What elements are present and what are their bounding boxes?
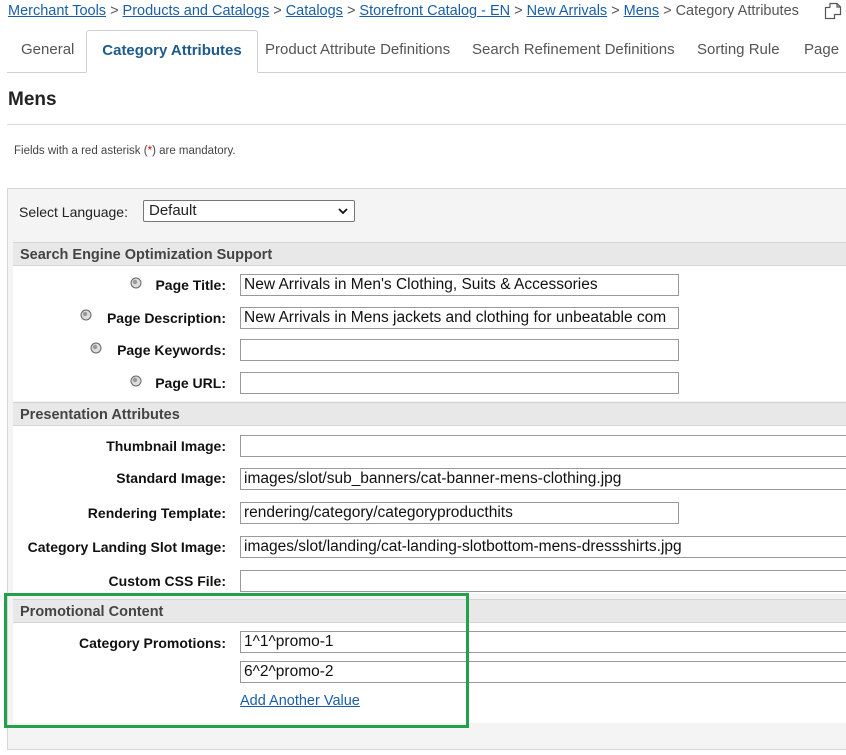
landing-slot-image-field[interactable]: images/slot/landing/cat-landing-slotbott… [240, 536, 846, 558]
page-url-field[interactable] [240, 372, 679, 394]
breadcrumb: Merchant Tools > Products and Catalogs > Cat… [8, 3, 799, 19]
page-title-field[interactable]: New Arrivals in Men's Clothing, Suits & … [240, 274, 679, 296]
language-select[interactable]: Default [143, 200, 355, 222]
page-description-field[interactable]: New Arrivals in Mens jackets and clothin… [240, 307, 679, 329]
chevron-down-icon [338, 208, 348, 215]
page-title-label: Page Title: [155, 277, 226, 293]
breadcrumb-storefront-catalog[interactable]: Storefront Catalog - EN [359, 3, 510, 19]
page-title: Mens [8, 89, 57, 110]
page-keywords-field[interactable] [240, 339, 679, 361]
copy-icon[interactable] [824, 2, 842, 20]
globe-icon [130, 375, 142, 387]
tab-general[interactable]: General [21, 30, 74, 71]
rendering-template-field[interactable]: rendering/category/categoryproducthits [240, 502, 679, 524]
breadcrumb-mens[interactable]: Mens [624, 3, 659, 19]
presentation-section-heading: Presentation Attributes [13, 402, 846, 426]
thumbnail-image-label: Thumbnail Image: [106, 438, 226, 454]
tab-category-attributes[interactable]: Category Attributes [86, 30, 258, 73]
landing-slot-image-label: Category Landing Slot Image: [27, 539, 226, 555]
breadcrumb-current: Category Attributes [675, 3, 799, 19]
breadcrumb-merchant-tools[interactable]: Merchant Tools [8, 3, 106, 19]
globe-icon [130, 277, 142, 289]
breadcrumb-catalogs[interactable]: Catalogs [286, 3, 343, 19]
tab-product-attribute-definitions[interactable]: Product Attribute Definitions [265, 30, 450, 71]
mandatory-note: Fields with a red asterisk (*) are manda… [14, 145, 236, 157]
custom-css-label: Custom CSS File: [108, 573, 226, 589]
page-url-label: Page URL: [155, 375, 226, 391]
divider [7, 124, 846, 125]
seo-section-heading: Search Engine Optimization Support [13, 242, 846, 266]
page-description-label: Page Description: [106, 310, 226, 326]
tab-search-refinement-definitions[interactable]: Search Refinement Definitions [472, 30, 675, 71]
globe-icon [80, 309, 92, 321]
rendering-template-label: Rendering Template: [87, 505, 226, 521]
breadcrumb-products-and-catalogs[interactable]: Products and Catalogs [123, 3, 270, 19]
breadcrumb-new-arrivals[interactable]: New Arrivals [527, 3, 608, 19]
thumbnail-image-field[interactable] [240, 435, 846, 457]
highlight-box [4, 593, 469, 728]
custom-css-field[interactable] [240, 570, 846, 592]
page-keywords-label: Page Keywords: [117, 342, 226, 358]
tab-bar: General Category Attributes Product Attr… [7, 30, 846, 73]
globe-icon [90, 342, 102, 354]
standard-image-label: Standard Image: [116, 470, 226, 486]
tab-page[interactable]: Page [804, 30, 839, 71]
tab-sorting-rule[interactable]: Sorting Rule [697, 30, 780, 71]
language-selected-value: Default [149, 202, 197, 219]
standard-image-field[interactable]: images/slot/sub_banners/cat-banner-mens-… [240, 468, 846, 490]
language-label: Select Language: [19, 204, 128, 220]
